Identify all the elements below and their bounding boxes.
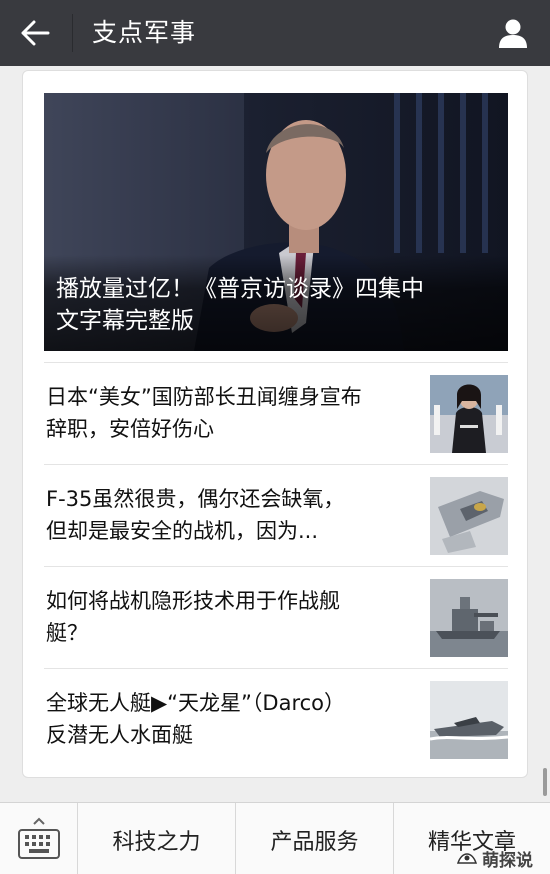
hero-title: 播放量过亿！《普京访谈录》四集中 文字幕完整版 [56,273,496,337]
article-title-line: 反潜无人水面艇 [46,723,193,747]
article-title-line: 辞职，安倍好伤心 [46,417,214,441]
arrow-left-icon [21,20,50,46]
hero-article[interactable]: 播放量过亿！《普京访谈录》四集中 文字幕完整版 [44,93,508,351]
article-title: 全球无人艇▶“天龙星”（Darco） 反潜无人水面艇 [46,687,414,751]
article-title-line: F-35虽然很贵，偶尔还会缺氧， [46,487,345,511]
nav-divider [72,14,73,52]
article-title: 如何将战机隐形技术用于作战舰 艇？ [46,585,414,649]
article-thumbnail [430,477,508,555]
watermark-text: 萌探说 [482,850,533,871]
article-title-line: 日本“美女”国防部长丑闻缠身宣布 [46,385,362,409]
watermark-logo-icon [456,853,478,864]
article-card: 播放量过亿！《普京访谈录》四集中 文字幕完整版 日本“美女”国防部长丑闻缠身宣布… [22,70,528,778]
watermark: 萌探说 [456,846,533,871]
profile-button[interactable] [490,10,536,56]
article-title-line: 全球无人艇▶“天龙星”（Darco） [46,691,346,715]
article-title-line: 艇？ [46,621,88,645]
article-thumbnail [430,681,508,759]
keyboard-toggle-button[interactable] [0,803,78,874]
scrollbar-thumb[interactable] [543,768,547,796]
menu-item-tech[interactable]: 科技之力 [78,803,236,874]
article-item[interactable]: 如何将战机隐形技术用于作战舰 艇？ [44,566,508,668]
article-item[interactable]: 全球无人艇▶“天龙星”（Darco） 反潜无人水面艇 [44,668,508,770]
article-thumbnail [430,375,508,453]
top-nav-bar: 支点军事 [0,0,550,66]
article-title-line: 如何将战机隐形技术用于作战舰 [46,589,340,613]
hero-title-line-1: 播放量过亿！《普京访谈录》四集中 [56,276,424,302]
article-thumbnail [430,579,508,657]
page-title: 支点军事 [92,18,197,47]
person-icon [499,19,527,48]
article-title: 日本“美女”国防部长丑闻缠身宣布 辞职，安倍好伤心 [46,381,414,445]
back-button[interactable] [0,0,70,66]
article-item[interactable]: F-35虽然很贵，偶尔还会缺氧， 但却是最安全的战机，因为... [44,464,508,566]
hero-title-line-2: 文字幕完整版 [56,308,194,334]
menu-item-products[interactable]: 产品服务 [236,803,394,874]
keyboard-icon [17,817,60,859]
article-item[interactable]: 日本“美女”国防部长丑闻缠身宣布 辞职，安倍好伤心 [44,362,508,464]
article-title: F-35虽然很贵，偶尔还会缺氧， 但却是最安全的战机，因为... [46,483,414,547]
article-title-line: 但却是最安全的战机，因为... [46,519,319,543]
